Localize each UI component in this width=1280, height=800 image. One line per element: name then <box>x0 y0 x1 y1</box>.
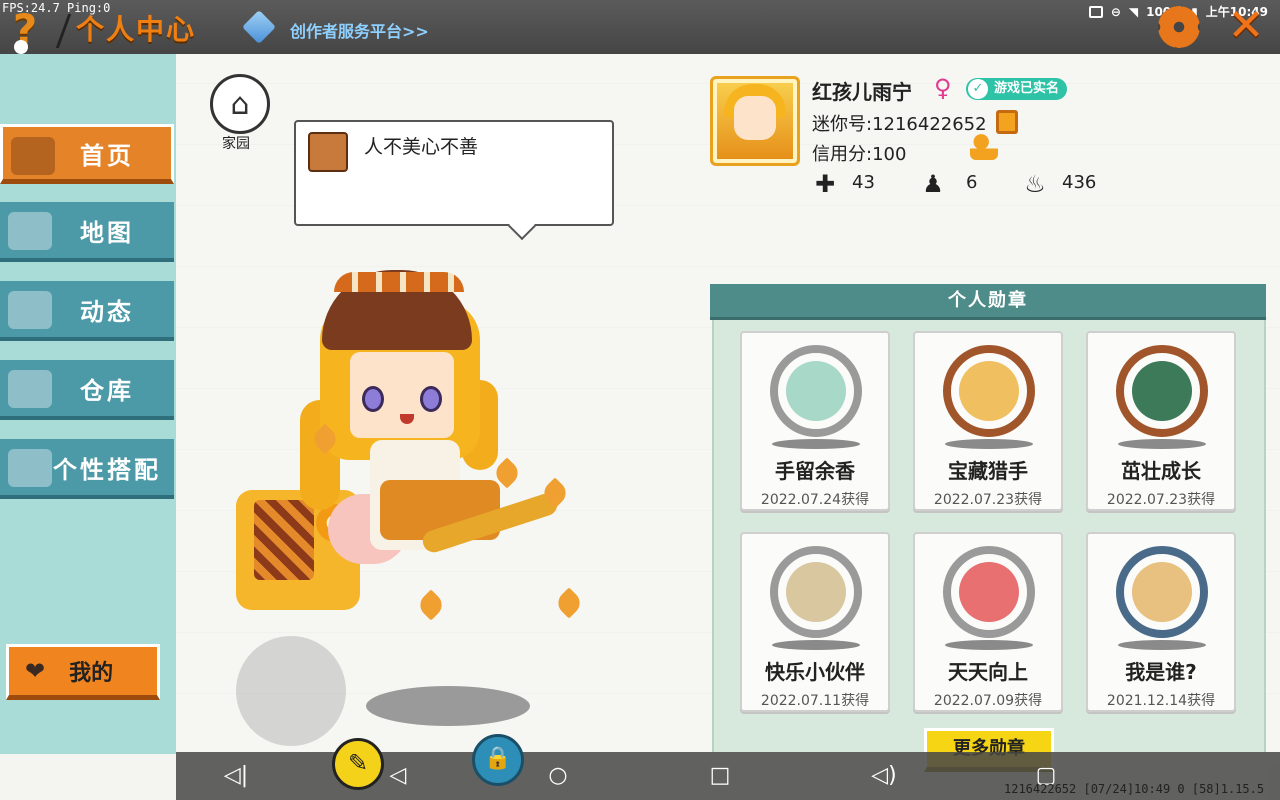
medal-name: 天天向上 <box>948 660 1028 684</box>
medal-emblem <box>1132 562 1192 622</box>
wifi-icon: ◥ <box>1128 4 1139 19</box>
signature-bubble[interactable]: 人不美心不善 <box>294 120 614 226</box>
pet-blanket <box>254 500 314 580</box>
character-eye-left <box>362 386 384 412</box>
debug-info: 1216422652 [07/24]10:49 0 [58]1.15.5 <box>1004 782 1265 796</box>
medal-icon <box>770 345 862 437</box>
help-dot-icon <box>14 40 28 54</box>
sidebar-item-outfit[interactable]: 个性搭配 <box>0 439 174 499</box>
popularity-count: 436 <box>1062 172 1097 193</box>
medal-stand <box>945 640 1033 650</box>
sidebar-item-map[interactable]: 地图 <box>0 202 174 262</box>
recents-icon[interactable]: □ <box>706 762 734 790</box>
credit-score: 信用分:100 <box>812 144 907 165</box>
medal-date: 2021.12.14获得 <box>1106 693 1216 709</box>
medal-card[interactable]: 快乐小伙伴 2022.07.11获得 <box>740 532 890 712</box>
bell-icon <box>8 291 52 329</box>
medal-date: 2022.07.11获得 <box>760 693 870 709</box>
bookmark-plus-icon: ✚ <box>814 170 836 198</box>
medal-stand <box>945 439 1033 449</box>
character-shadow <box>366 686 530 726</box>
character-smoke <box>236 636 346 746</box>
verified-user-icon: ✓ <box>968 79 988 99</box>
volume-down-icon[interactable]: ◁| <box>222 762 250 790</box>
bubble-avatar-icon <box>308 132 348 172</box>
medal-card[interactable]: 天天向上 2022.07.09获得 <box>913 532 1063 712</box>
medal-stand <box>1118 640 1206 650</box>
home-circle-icon[interactable]: ○ <box>544 762 572 790</box>
flame-icon: ♨ <box>1024 170 1046 198</box>
lock-icon[interactable]: 🔒 <box>472 734 524 786</box>
medal-icon <box>1116 345 1208 437</box>
cast-icon <box>1088 5 1103 18</box>
volume-up-icon[interactable]: ◁) <box>870 762 898 790</box>
medal-card[interactable]: 我是谁? 2021.12.14获得 <box>1086 532 1236 712</box>
sidebar-item-label: 个性搭配 <box>53 455 161 484</box>
medal-date: 2022.07.23获得 <box>1106 492 1216 508</box>
nickname: 红孩儿雨宁 <box>812 80 912 104</box>
medal-emblem <box>786 361 846 421</box>
fans-icon: ♟ <box>922 170 944 198</box>
sidebar-item-feed[interactable]: 动态 <box>0 281 174 341</box>
medal-name: 宝藏猎手 <box>948 459 1028 483</box>
medal-card[interactable]: 手留余香 2022.07.24获得 <box>740 331 890 511</box>
sidebar-item-warehouse[interactable]: 仓库 <box>0 360 174 420</box>
medal-emblem <box>959 361 1019 421</box>
medal-emblem <box>786 562 846 622</box>
sidebar-item-label: 首页 <box>80 141 134 170</box>
signature-text: 人不美心不善 <box>364 136 479 158</box>
medal-card[interactable]: 宝藏猎手 2022.07.23获得 <box>913 331 1063 511</box>
medal-date: 2022.07.09获得 <box>933 693 1043 709</box>
medal-name: 我是谁? <box>1125 660 1197 684</box>
medal-stand <box>1118 439 1206 449</box>
credit-info-icon[interactable] <box>970 134 998 160</box>
home-icon[interactable]: ⌂ <box>210 74 270 134</box>
house-icon <box>11 137 55 175</box>
medal-icon <box>770 546 862 638</box>
avatar-face <box>734 96 776 140</box>
edit-pencil-icon[interactable]: ✎ <box>332 738 384 790</box>
medal-name: 手留余香 <box>775 459 855 483</box>
creator-platform-link[interactable]: 创作者服务平台>> <box>290 18 429 42</box>
sidebar-item-label: 动态 <box>80 297 134 326</box>
fans-count: 6 <box>966 172 978 193</box>
medal-emblem <box>1132 361 1192 421</box>
medal-stand <box>772 640 860 650</box>
mine-button[interactable]: ❤ 我的 <box>6 644 160 700</box>
mine-button-label: 我的 <box>69 661 114 686</box>
female-icon: ♀ <box>934 74 952 102</box>
medal-panel-title: 个人勋章 <box>710 284 1266 320</box>
medal-icon <box>1116 546 1208 638</box>
outfit-icon <box>8 449 52 487</box>
sidebar-item-home[interactable]: 首页 <box>0 124 174 184</box>
medal-emblem <box>959 562 1019 622</box>
medal-date: 2022.07.24获得 <box>760 492 870 508</box>
top-bar: FPS:24.7 Ping:0 ⊖ ◥ 100% ▮ 上午10:49 ? 个人中… <box>0 0 1280 54</box>
box-icon <box>8 370 52 408</box>
back-icon[interactable]: ◁ <box>384 762 412 790</box>
heart-icon: ❤ <box>25 657 46 685</box>
home-label: 家园 <box>222 136 250 152</box>
medal-icon <box>943 345 1035 437</box>
gear-icon[interactable] <box>1158 6 1200 48</box>
collections-count: 43 <box>852 172 875 193</box>
medal-date: 2022.07.23获得 <box>933 492 1043 508</box>
sidebar-item-label: 仓库 <box>80 376 134 405</box>
medal-icon <box>943 546 1035 638</box>
character-hat-band <box>334 272 464 292</box>
medal-name: 茁壮成长 <box>1121 459 1201 483</box>
medal-card[interactable]: 茁壮成长 2022.07.23获得 <box>1086 331 1236 511</box>
medal-stand <box>772 439 860 449</box>
mini-id: 迷你号:1216422652 <box>812 114 987 135</box>
page-title: 个人中心 <box>76 13 197 46</box>
character-eye-right <box>420 386 442 412</box>
dnd-icon: ⊖ <box>1110 4 1121 19</box>
close-icon[interactable]: ✕ <box>1224 4 1268 48</box>
sidebar-item-label: 地图 <box>80 218 134 247</box>
medal-name: 快乐小伙伴 <box>765 660 865 684</box>
map-icon <box>8 212 52 250</box>
copy-icon[interactable] <box>996 110 1018 134</box>
